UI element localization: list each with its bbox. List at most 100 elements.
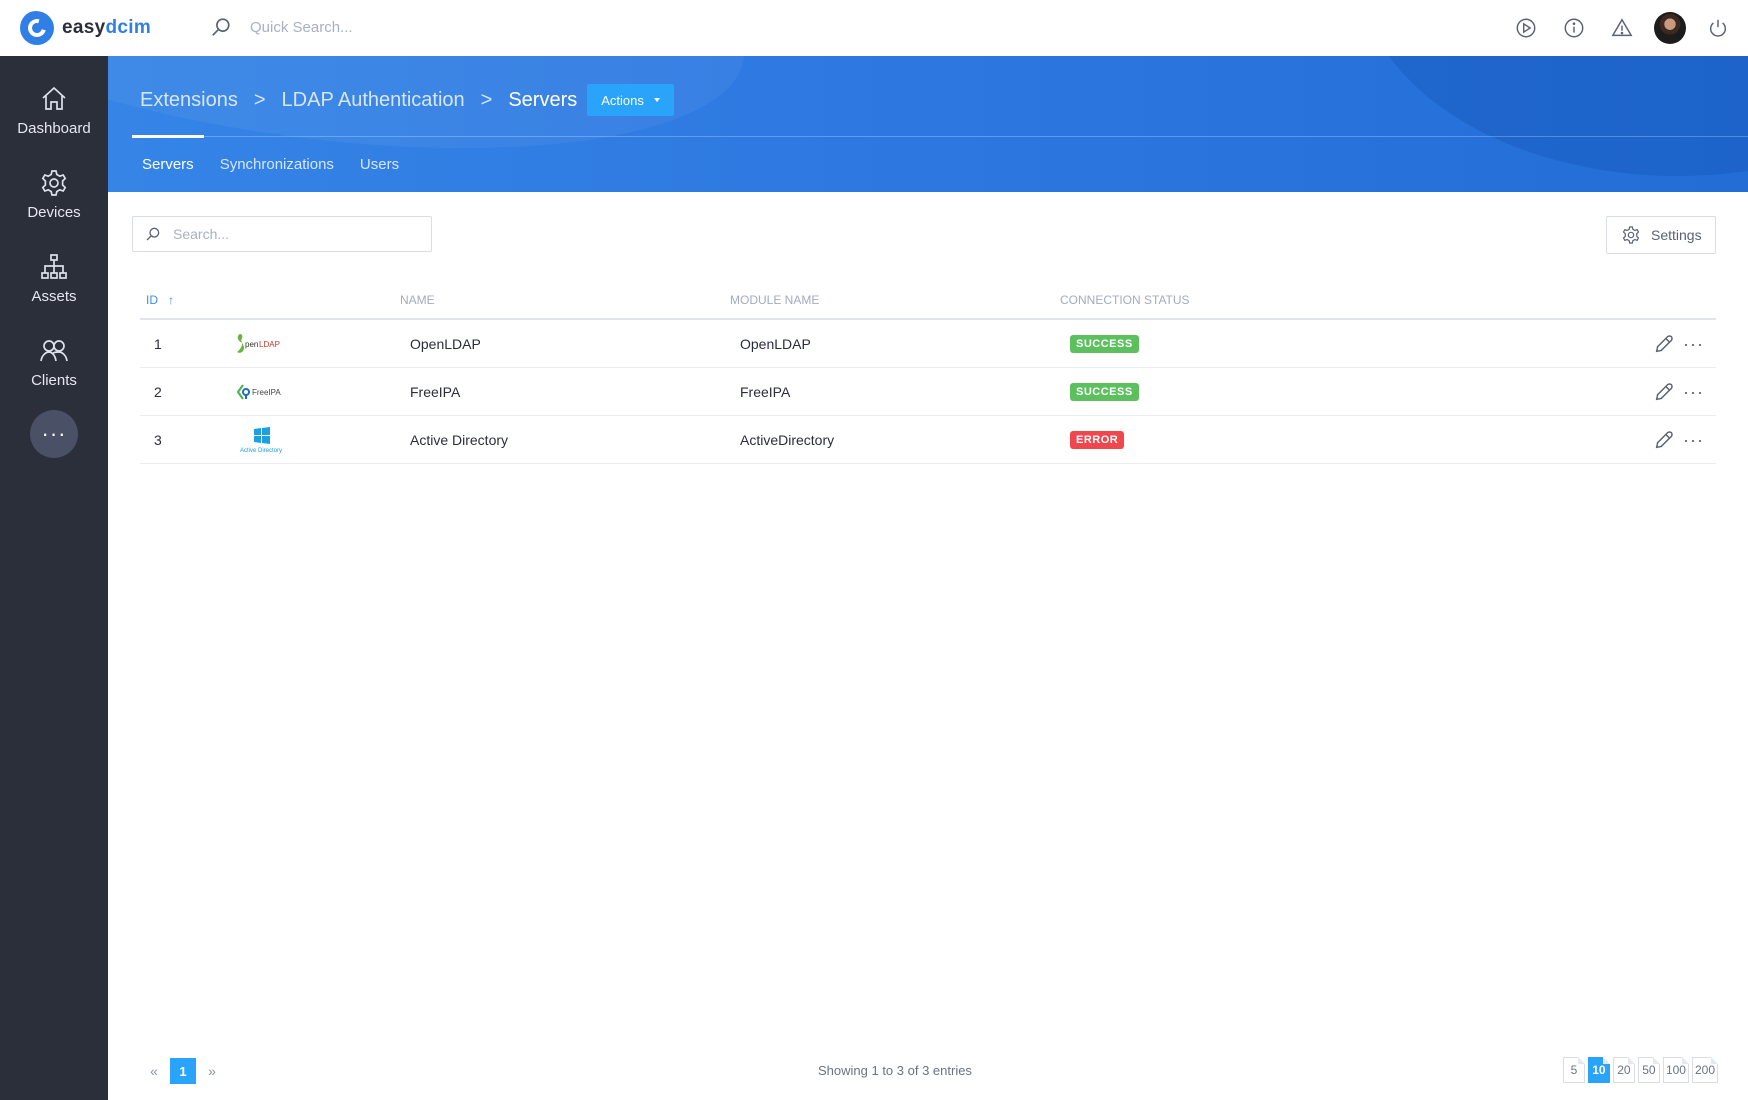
sidebar-item-clients[interactable]: Clients bbox=[0, 320, 108, 404]
column-header-connection-status[interactable]: CONNECTION STATUS bbox=[1060, 293, 1190, 307]
users-icon bbox=[40, 339, 68, 361]
row-actions: ··· bbox=[1653, 381, 1704, 403]
logo-mark-icon bbox=[20, 11, 54, 45]
more-options-button[interactable]: ··· bbox=[1683, 335, 1704, 353]
sitemap-icon bbox=[41, 253, 67, 279]
top-bar: easydcim Quick Search... bbox=[0, 0, 1748, 56]
table-row[interactable]: 2 FreeIPA FreeIPA FreeIPA SUCCESS ··· bbox=[140, 368, 1716, 416]
search-icon bbox=[146, 227, 160, 241]
user-avatar-button[interactable] bbox=[1650, 8, 1690, 48]
tab-users[interactable]: Users bbox=[360, 156, 399, 173]
header-divider bbox=[132, 136, 1748, 137]
sidebar-item-label: Clients bbox=[31, 371, 77, 389]
column-header-module-name[interactable]: MODULE NAME bbox=[730, 293, 819, 307]
per-page-option[interactable]: 200 bbox=[1691, 1057, 1719, 1083]
more-options-button[interactable]: ··· bbox=[1683, 383, 1704, 401]
tabs: Servers Synchronizations Users bbox=[142, 156, 425, 173]
more-options-button[interactable]: ··· bbox=[1683, 431, 1704, 449]
sidebar-item-label: Dashboard bbox=[17, 119, 91, 137]
active-tab-indicator bbox=[132, 135, 204, 138]
sidebar-item-dashboard[interactable]: Dashboard bbox=[0, 68, 108, 152]
pencil-icon[interactable] bbox=[1653, 429, 1675, 451]
svg-text:FreeIPA: FreeIPA bbox=[252, 388, 281, 397]
sidebar-item-label: Devices bbox=[27, 203, 81, 221]
per-page-option[interactable]: 100 bbox=[1662, 1057, 1689, 1083]
row-name: Active Directory bbox=[410, 431, 509, 448]
actions-dropdown-button[interactable]: Actions bbox=[587, 84, 674, 116]
table-row[interactable]: 3 Active Directory Active Directory Acti… bbox=[140, 416, 1716, 464]
search-input[interactable] bbox=[173, 226, 413, 242]
active-directory-logo: Active Directory bbox=[232, 426, 292, 454]
table-header: ID ↑ NAME MODULE NAME CONNECTION STATUS bbox=[140, 282, 1716, 320]
servers-table: ID ↑ NAME MODULE NAME CONNECTION STATUS 1… bbox=[140, 282, 1716, 464]
svg-text:LDAP: LDAP bbox=[259, 340, 280, 349]
row-id: 2 bbox=[154, 383, 162, 400]
status-badge: ERROR bbox=[1070, 430, 1125, 449]
row-actions: ··· bbox=[1653, 429, 1704, 451]
warning-icon[interactable] bbox=[1602, 8, 1642, 48]
breadcrumb-ldap-authentication[interactable]: LDAP Authentication bbox=[282, 89, 465, 112]
table-search[interactable] bbox=[132, 216, 432, 252]
per-page-option[interactable]: 5 bbox=[1562, 1057, 1585, 1083]
row-name: FreeIPA bbox=[410, 383, 461, 400]
sidebar-item-label: Assets bbox=[31, 287, 77, 305]
table-row[interactable]: 1 pen LDAP OpenLDAP OpenLDAP SUCCESS ··· bbox=[140, 320, 1716, 368]
breadcrumb-extensions[interactable]: Extensions bbox=[140, 89, 238, 112]
home-icon bbox=[42, 86, 66, 110]
caret-down-icon bbox=[653, 98, 660, 102]
play-circle-icon[interactable] bbox=[1506, 8, 1546, 48]
previous-page-button[interactable]: « bbox=[146, 1063, 162, 1079]
tab-servers[interactable]: Servers bbox=[142, 156, 194, 173]
info-icon[interactable] bbox=[1554, 8, 1594, 48]
row-id: 3 bbox=[154, 431, 162, 448]
svg-text:Active Directory: Active Directory bbox=[240, 448, 282, 454]
breadcrumb-separator: > bbox=[253, 88, 266, 111]
next-page-button[interactable]: » bbox=[204, 1063, 220, 1079]
svg-text:pen: pen bbox=[245, 340, 258, 349]
column-header-id[interactable]: ID ↑ bbox=[146, 293, 174, 307]
per-page-option[interactable]: 20 bbox=[1612, 1057, 1635, 1083]
per-page-option-selected[interactable]: 10 bbox=[1587, 1057, 1610, 1083]
status-badge: SUCCESS bbox=[1070, 334, 1139, 353]
row-module-name: FreeIPA bbox=[740, 383, 791, 400]
top-icons bbox=[1498, 8, 1738, 48]
per-page-selector: 5 10 20 50 100 200 bbox=[1560, 1057, 1719, 1083]
breadcrumb: Extensions > LDAP Authentication > Serve… bbox=[140, 84, 674, 116]
sort-ascending-icon: ↑ bbox=[168, 293, 174, 307]
freeipa-logo: FreeIPA bbox=[232, 378, 292, 406]
row-module-name: OpenLDAP bbox=[740, 335, 811, 352]
page-button-current[interactable]: 1 bbox=[170, 1058, 196, 1084]
gear-icon bbox=[1622, 226, 1640, 244]
column-header-name[interactable]: NAME bbox=[400, 293, 435, 307]
pagination: « 1 » bbox=[146, 1058, 220, 1084]
settings-button[interactable]: Settings bbox=[1606, 216, 1716, 254]
pencil-icon[interactable] bbox=[1653, 381, 1675, 403]
row-actions: ··· bbox=[1653, 333, 1704, 355]
per-page-option[interactable]: 50 bbox=[1637, 1057, 1660, 1083]
page-header: Extensions > LDAP Authentication > Serve… bbox=[108, 56, 1748, 192]
page-title: Servers bbox=[508, 88, 578, 111]
openldap-logo: pen LDAP bbox=[232, 330, 292, 358]
app-logo[interactable]: easydcim bbox=[20, 11, 151, 45]
search-icon bbox=[212, 18, 230, 36]
pencil-icon[interactable] bbox=[1653, 333, 1675, 355]
row-id: 1 bbox=[154, 335, 162, 352]
power-icon[interactable] bbox=[1698, 8, 1738, 48]
quick-search[interactable]: Quick Search... bbox=[210, 16, 353, 38]
row-name: OpenLDAP bbox=[410, 335, 481, 352]
brand-name: easydcim bbox=[62, 17, 152, 38]
settings-label: Settings bbox=[1651, 227, 1702, 243]
sidebar: Dashboard Devices Assets Clients ··· bbox=[0, 56, 108, 1100]
gear-icon bbox=[41, 169, 67, 196]
quick-search-placeholder[interactable]: Quick Search... bbox=[250, 19, 353, 36]
sidebar-item-devices[interactable]: Devices bbox=[0, 152, 108, 236]
sidebar-item-assets[interactable]: Assets bbox=[0, 236, 108, 320]
row-module-name: ActiveDirectory bbox=[740, 431, 835, 448]
status-badge: SUCCESS bbox=[1070, 382, 1139, 401]
avatar bbox=[1654, 12, 1686, 44]
breadcrumb-separator: > bbox=[480, 88, 493, 111]
header-decoration bbox=[1358, 56, 1748, 176]
entries-info: Showing 1 to 3 of 3 entries bbox=[818, 1063, 972, 1078]
tab-synchronizations[interactable]: Synchronizations bbox=[220, 156, 334, 173]
sidebar-more-button[interactable]: ··· bbox=[30, 410, 78, 458]
